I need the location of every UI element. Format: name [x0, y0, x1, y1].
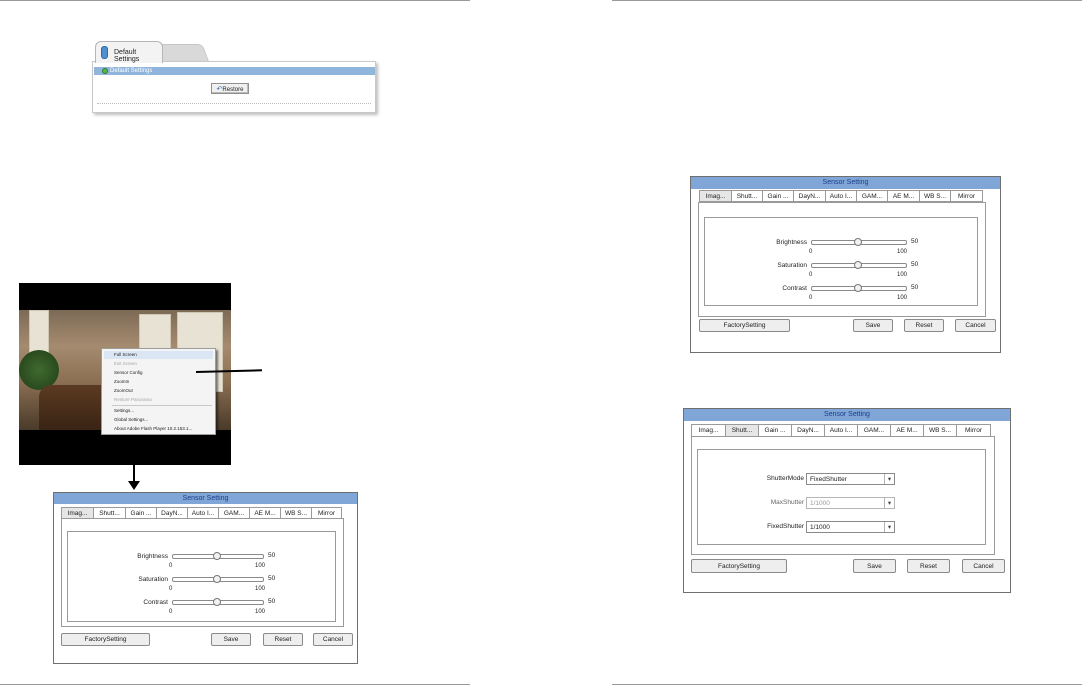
contrast-max: 100: [897, 295, 908, 301]
saturation-slider-thumb[interactable]: [854, 261, 862, 269]
shutter-mode-select[interactable]: FixedShutter ▾: [806, 473, 895, 485]
saturation-min: 0: [169, 586, 173, 592]
menu-item-restore-panorama: Restore Panorama: [114, 397, 152, 402]
saturation-max: 100: [897, 272, 908, 278]
contrast-label: Contrast: [782, 285, 807, 292]
brightness-slider-thumb[interactable]: [854, 238, 862, 246]
saturation-value: 50: [911, 261, 919, 268]
section-label: Default Settings: [110, 68, 153, 74]
sensor-setting-dialog-shutter: Sensor Setting Imag... Shutt... Gain ...…: [683, 408, 1011, 593]
chevron-down-icon: ▾: [884, 522, 894, 532]
contrast-min: 0: [809, 295, 813, 301]
cancel-button[interactable]: Cancel: [955, 319, 996, 332]
down-arrow-head-icon: [128, 481, 140, 490]
video-preview[interactable]: Full Screen Exit Screen Sensor Config Zo…: [19, 283, 231, 465]
tab-default-settings[interactable]: Default Settings: [95, 41, 163, 63]
reset-button[interactable]: Reset: [263, 633, 303, 646]
contrast-max: 100: [255, 609, 266, 615]
reset-button[interactable]: Reset: [907, 559, 950, 573]
restore-button[interactable]: ↶Restore: [211, 83, 249, 94]
default-settings-body: Default Settings ↶Restore: [92, 61, 376, 113]
fixed-shutter-select[interactable]: 1/1000 ▾: [806, 521, 895, 533]
tab-pill-icon: [101, 46, 108, 59]
brightness-min: 0: [169, 563, 173, 569]
max-shutter-label: MaxShutter: [770, 499, 804, 506]
tab-wb-setting[interactable]: WB S...: [919, 190, 950, 202]
brightness-max: 100: [897, 249, 908, 255]
tab-strip: Imag... Shutt... Gain ... DayN... Auto I…: [699, 190, 983, 202]
contrast-value: 50: [911, 284, 919, 291]
saturation-min: 0: [809, 272, 813, 278]
tab-image[interactable]: Imag...: [699, 190, 731, 202]
brightness-min: 0: [809, 249, 813, 255]
brightness-max: 100: [255, 563, 266, 569]
factory-setting-button[interactable]: FactorySetting: [61, 633, 150, 646]
fixed-shutter-label: FixedShutter: [767, 523, 804, 530]
brightness-value: 50: [911, 238, 919, 245]
shutter-mode-value: FixedShutter: [810, 476, 847, 483]
reset-button[interactable]: Reset: [904, 319, 944, 332]
tab-gain[interactable]: Gain ...: [762, 190, 793, 202]
save-button[interactable]: Save: [853, 559, 896, 573]
brightness-slider-thumb[interactable]: [213, 552, 221, 560]
saturation-max: 100: [255, 586, 266, 592]
menu-item-settings[interactable]: Settings...: [114, 408, 134, 413]
shutter-mode-label: ShutterMode: [766, 475, 804, 482]
status-dot-icon: [102, 68, 108, 74]
saturation-value: 50: [268, 575, 276, 582]
menu-item-global-settings[interactable]: Global Settings...: [114, 417, 148, 422]
menu-item-about-flash[interactable]: About Adobe Flash Player 10.2.153.1...: [114, 426, 192, 431]
brightness-label: Brightness: [776, 239, 807, 246]
menu-item-zoomin[interactable]: ZoomIn: [114, 379, 129, 384]
saturation-slider-thumb[interactable]: [213, 575, 221, 583]
context-menu: Full Screen Exit Screen Sensor Config Zo…: [101, 348, 216, 435]
chevron-down-icon: ▾: [884, 474, 894, 484]
saturation-label: Saturation: [138, 576, 168, 583]
save-button[interactable]: Save: [853, 319, 893, 332]
max-shutter-value: 1/1000: [810, 500, 830, 507]
menu-item-full-screen[interactable]: Full Screen: [114, 352, 137, 357]
tab-mirror[interactable]: Mirror: [950, 190, 983, 202]
contrast-label: Contrast: [143, 599, 168, 606]
fixed-shutter-value: 1/1000: [810, 524, 830, 531]
cancel-button[interactable]: Cancel: [313, 633, 353, 646]
factory-setting-button[interactable]: FactorySetting: [691, 559, 787, 573]
tab-default-settings-label: Default Settings: [114, 49, 140, 63]
default-settings-panel: Default Settings Default Settings ↶Resto…: [92, 41, 376, 113]
menu-separator: [112, 405, 212, 406]
contrast-min: 0: [169, 609, 173, 615]
brightness-label: Brightness: [137, 553, 168, 560]
sensor-setting-dialog-image-right: Sensor Setting Imag... Shutt... Gain ...…: [690, 176, 1001, 353]
tab-auto-iris[interactable]: Auto I...: [825, 190, 856, 202]
default-settings-section-bar: Default Settings: [94, 67, 375, 75]
contrast-slider-thumb[interactable]: [213, 598, 221, 606]
factory-setting-button[interactable]: FactorySetting: [699, 319, 790, 332]
contrast-value: 50: [268, 598, 276, 605]
dotted-divider: [97, 103, 371, 104]
menu-item-zoomout[interactable]: ZoomOut: [114, 388, 133, 393]
contrast-slider-thumb[interactable]: [854, 284, 862, 292]
dialog-title: Sensor Setting: [54, 493, 357, 504]
sensor-setting-dialog-image: Sensor Setting Imag... Shutt... Gain ...…: [53, 492, 358, 664]
menu-item-exit-screen: Exit Screen: [114, 361, 138, 366]
brightness-value: 50: [268, 552, 276, 559]
menu-item-sensor-config[interactable]: Sensor Config: [114, 370, 143, 375]
page-rule-top-right: [612, 0, 1082, 1]
plant: [19, 350, 59, 390]
chevron-down-icon: ▾: [884, 498, 894, 508]
page-rule-top-left: [0, 0, 470, 1]
tab-gamma[interactable]: GAM...: [856, 190, 887, 202]
tab-daynight[interactable]: DayN...: [793, 190, 825, 202]
dialog-title: Sensor Setting: [691, 177, 1000, 189]
restore-label: Restore: [222, 87, 244, 93]
tab-ae-mode[interactable]: AE M...: [887, 190, 919, 202]
saturation-label: Saturation: [777, 262, 807, 269]
save-button[interactable]: Save: [211, 633, 251, 646]
cancel-button[interactable]: Cancel: [962, 559, 1005, 573]
tab-shutter[interactable]: Shutt...: [731, 190, 762, 202]
dialog-title: Sensor Setting: [684, 409, 1010, 421]
max-shutter-select: 1/1000 ▾: [806, 497, 895, 509]
